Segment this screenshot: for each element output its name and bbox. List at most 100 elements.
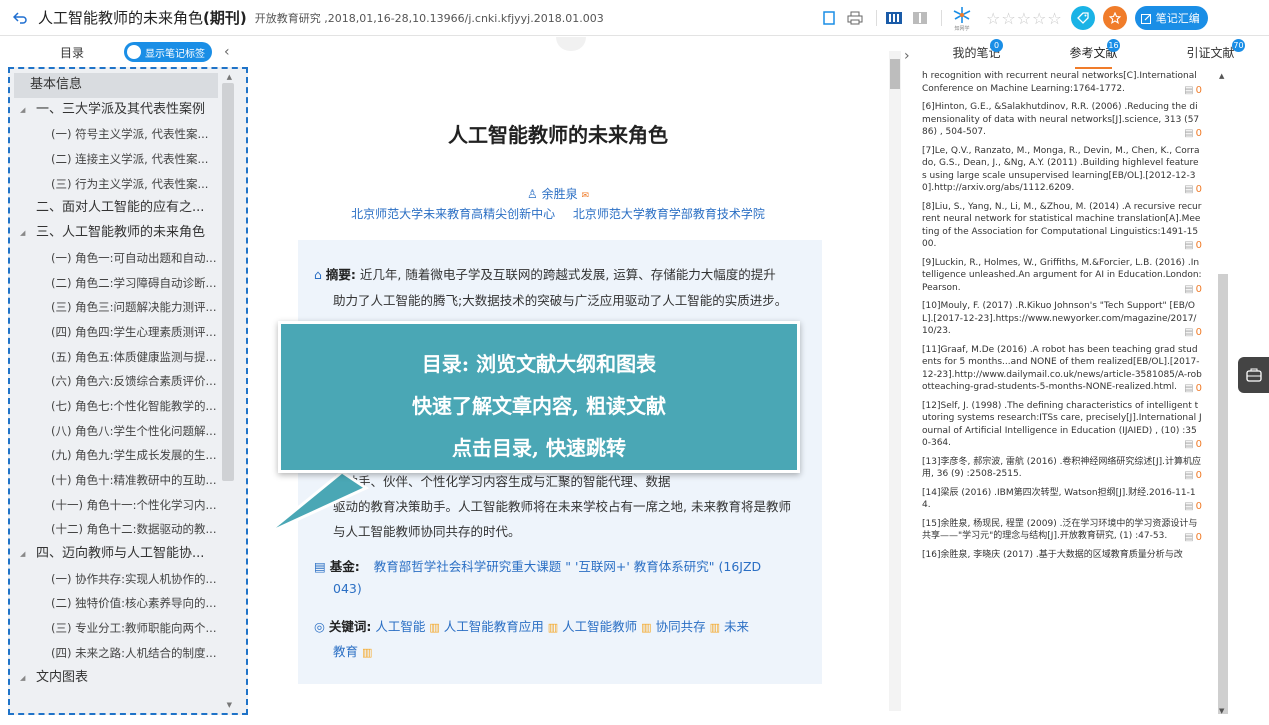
keyword[interactable]: 人工智能教育应用 <box>444 619 544 634</box>
reference-scroll-thumb[interactable] <box>1218 274 1228 714</box>
reference-text[interactable]: [15]余胜泉, 杨现民, 程罡 (2009) .泛在学习环境中的学习资源设计与… <box>922 519 1197 542</box>
reference-text[interactable]: h recognition with recurrent neural netw… <box>922 71 1197 94</box>
author-name[interactable]: 余胜泉 <box>542 187 578 201</box>
mail-icon[interactable]: ✉ <box>581 191 589 201</box>
institution-2[interactable]: 北京师范大学教育学部教育技术学院 <box>573 207 765 221</box>
toc-item[interactable]: (十一) 角色十一:个性化学习内... <box>10 493 246 518</box>
reference-note-count[interactable]: 0 <box>1184 501 1202 514</box>
reference-item[interactable]: [6]Hinton, G.E., &Salakhutdinov, R.R. (2… <box>922 101 1202 145</box>
favorite-star-icon[interactable] <box>1102 6 1127 30</box>
show-note-tags-toggle[interactable]: 显示笔记标签 <box>124 42 213 62</box>
toc-item[interactable]: (四) 角色四:学生心理素质测评... <box>10 320 246 345</box>
reference-item[interactable]: [11]Graaf, M.De (2016) .A robot has been… <box>922 344 1202 400</box>
fund-text[interactable]: 教育部哲学社会科学研究重大课题 " '互联网+' 教育体系研究" (16JZD <box>374 559 761 574</box>
document-scroll-thumb[interactable] <box>890 59 900 89</box>
layout-columns-icon[interactable] <box>909 7 931 29</box>
reference-text[interactable]: [9]Luckin, R., Holmes, W., Griffiths, M.… <box>922 258 1202 293</box>
reference-note-count[interactable]: 0 <box>1184 184 1202 197</box>
reference-note-count[interactable]: 0 <box>1184 439 1202 452</box>
chart-icon[interactable]: ▥ <box>362 646 372 659</box>
chart-icon[interactable]: ▥ <box>641 621 651 634</box>
toc-item[interactable]: (十二) 角色十二:数据驱动的教... <box>10 517 246 542</box>
toc-item[interactable]: 一、三大学派及其代表性案例 <box>10 98 246 123</box>
reference-text[interactable]: [8]Liu, S., Yang, N., Li, M., &Zhou, M. … <box>922 202 1201 250</box>
reference-item[interactable]: [13]李彦冬, 郝宗波, 雷航 (2016) .卷积神经网络研究综述[J].计… <box>922 456 1202 487</box>
toc-item[interactable]: (二) 连接主义学派, 代表性案... <box>10 147 246 172</box>
toc-item[interactable]: (四) 未来之路:人机结合的制度... <box>10 641 246 666</box>
fund-text-2[interactable]: 043) <box>333 581 362 596</box>
institution-1[interactable]: 北京师范大学未来教育高精尖创新中心 <box>351 207 555 221</box>
toc-scrollbar[interactable] <box>222 83 234 481</box>
reference-text[interactable]: [10]Mouly, F. (2017) .R.Kikuo Johnson's … <box>922 301 1196 336</box>
toc-item[interactable]: (六) 角色六:反馈综合素质评价... <box>10 369 246 394</box>
keyword[interactable]: 未来 <box>724 619 749 634</box>
reference-item[interactable]: [9]Luckin, R., Holmes, W., Griffiths, M.… <box>922 257 1202 301</box>
reference-note-count[interactable]: 0 <box>1184 327 1202 340</box>
reference-text[interactable]: [11]Graaf, M.De (2016) .A robot has been… <box>922 345 1202 393</box>
notes-summary-button[interactable]: 笔记汇编 <box>1134 6 1208 30</box>
reference-text[interactable]: [13]李彦冬, 郝宗波, 雷航 (2016) .卷积神经网络研究综述[J].计… <box>922 457 1201 480</box>
reference-text[interactable]: [16]余胜泉, 李晓庆 (2017) .基于大数据的区域教育质量分析与改 <box>922 550 1183 560</box>
star-icon[interactable]: ☆ <box>1017 9 1031 28</box>
keyword[interactable]: 协同共存 <box>656 619 706 634</box>
toc-item[interactable]: 四、迈向教师与人工智能协... <box>10 542 246 567</box>
toc-item[interactable]: (三) 角色三:问题解决能力测评... <box>10 295 246 320</box>
reference-note-count[interactable]: 0 <box>1184 383 1202 396</box>
print-icon[interactable] <box>844 7 866 29</box>
keyword[interactable]: 教育 <box>333 644 358 659</box>
reference-text[interactable]: [7]Le, Q.V., Ranzato, M., Monga, R., Dev… <box>922 146 1200 194</box>
tag-icon[interactable] <box>1070 6 1095 30</box>
reference-text[interactable]: [6]Hinton, G.E., &Salakhutdinov, R.R. (2… <box>922 102 1199 137</box>
collapse-left-icon[interactable]: ‹ <box>224 44 230 60</box>
chart-icon[interactable]: ▥ <box>429 621 439 634</box>
toc-item[interactable]: (五) 角色五:体质健康监测与提... <box>10 345 246 370</box>
keyword[interactable]: 人工智能教师 <box>562 619 637 634</box>
toc-item[interactable]: 二、面对人工智能的应有之... <box>10 196 246 221</box>
toc-item[interactable]: (八) 角色八:学生个性化问题解... <box>10 419 246 444</box>
article-author[interactable]: ♙ 余胜泉 ✉ <box>248 185 868 202</box>
toc-item[interactable]: (一) 角色一:可自动出题和自动... <box>10 246 246 271</box>
reference-item[interactable]: [7]Le, Q.V., Ranzato, M., Monga, R., Dev… <box>922 145 1202 201</box>
reference-note-count[interactable]: 0 <box>1184 532 1202 545</box>
scroll-down-icon[interactable]: ▼ <box>1219 707 1224 715</box>
chart-icon[interactable]: ▥ <box>710 621 720 634</box>
scroll-up-icon[interactable]: ▲ <box>227 73 232 81</box>
toc-item[interactable]: (七) 角色七:个性化智能教学的... <box>10 394 246 419</box>
side-tool-button[interactable] <box>1238 357 1269 393</box>
back-arrow-icon[interactable] <box>6 0 34 36</box>
toc-item[interactable]: (十) 角色十:精准教研中的互助... <box>10 468 246 493</box>
toc-item[interactable]: (二) 角色二:学习障碍自动诊断... <box>10 271 246 296</box>
reference-text[interactable]: [14]梁辰 (2016) .IBM第四次转型, Watson担纲[J].财经.… <box>922 488 1196 511</box>
scroll-down-icon[interactable]: ▼ <box>227 701 232 709</box>
toc-item[interactable]: (二) 独特价值:核心素养导向的... <box>10 591 246 616</box>
collapse-right-icon[interactable]: › <box>904 48 910 64</box>
reference-item[interactable]: [10]Mouly, F. (2017) .R.Kikuo Johnson's … <box>922 300 1202 344</box>
toc-item[interactable]: 基本信息 <box>14 73 218 98</box>
star-icon[interactable]: ☆ <box>986 9 1000 28</box>
rating-stars[interactable]: ☆ ☆ ☆ ☆ ☆ <box>986 9 1063 28</box>
tab-my-notes[interactable]: 我的笔记 0 <box>918 37 1035 69</box>
toc-item[interactable]: (九) 角色九:学生成长发展的生... <box>10 443 246 468</box>
layout-split-icon[interactable] <box>883 7 905 29</box>
toc-item[interactable]: 文内图表 <box>10 666 246 691</box>
star-icon[interactable]: ☆ <box>1001 9 1015 28</box>
reference-note-count[interactable]: 0 <box>1184 85 1202 98</box>
reference-item[interactable]: [14]梁辰 (2016) .IBM第四次转型, Watson担纲[J].财经.… <box>922 487 1202 518</box>
toc-item[interactable]: (一) 符号主义学派, 代表性案... <box>10 122 246 147</box>
star-icon[interactable]: ☆ <box>1047 9 1061 28</box>
toc-item[interactable]: (一) 协作共存:实现人机协作的... <box>10 567 246 592</box>
reference-note-count[interactable]: 0 <box>1184 128 1202 141</box>
document-scrollbar[interactable] <box>889 51 901 711</box>
reference-item[interactable]: h recognition with recurrent neural netw… <box>922 70 1202 101</box>
toc-item[interactable]: (三) 行为主义学派, 代表性案... <box>10 172 246 197</box>
reference-note-count[interactable]: 0 <box>1184 240 1202 253</box>
reference-item[interactable]: [16]余胜泉, 李晓庆 (2017) .基于大数据的区域教育质量分析与改 <box>922 549 1202 568</box>
reference-text[interactable]: [12]Self, J. (1998) .The defining charac… <box>922 401 1202 449</box>
keyword[interactable]: 人工智能 <box>375 619 425 634</box>
star-icon[interactable]: ☆ <box>1032 9 1046 28</box>
single-page-icon[interactable] <box>818 7 840 29</box>
reference-item[interactable]: [12]Self, J. (1998) .The defining charac… <box>922 400 1202 456</box>
reference-scrollbar[interactable]: ▲ ▼ <box>1216 70 1230 715</box>
scroll-up-icon[interactable]: ▲ <box>1219 72 1224 80</box>
reference-note-count[interactable]: 0 <box>1184 470 1202 483</box>
